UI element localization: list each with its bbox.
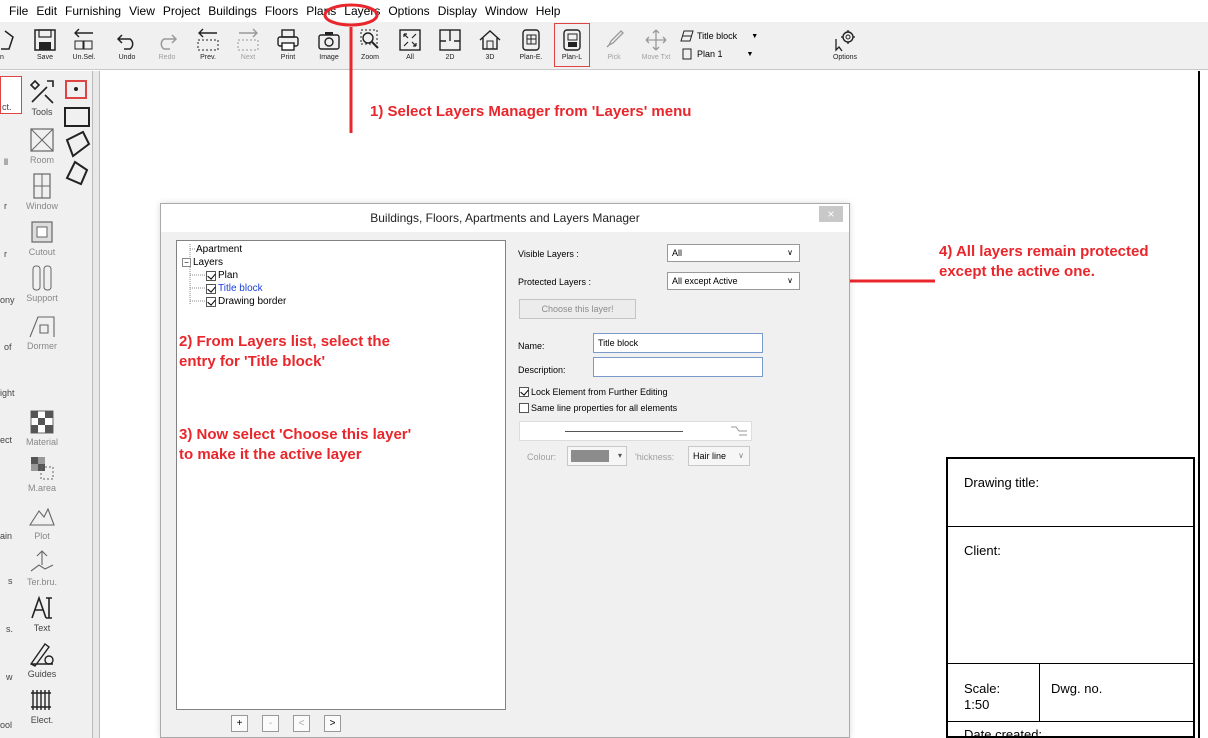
drawing-title-block[interactable]: Drawing title: Client: Scale: 1:50 Dwg. … — [946, 457, 1195, 738]
description-label: Description: — [518, 365, 566, 375]
move-right-button[interactable]: > — [324, 715, 341, 732]
protected-layers-label: Protected Layers : — [518, 277, 592, 287]
plan-layer-label: Plan — [218, 270, 239, 281]
collapse-icon[interactable]: − — [182, 258, 191, 267]
apartment-label: Apartment — [196, 244, 243, 255]
move-left-button[interactable]: < — [293, 715, 310, 732]
title-block-divider — [948, 526, 1193, 527]
tree-item-layers[interactable]: − Layers — [182, 257, 223, 268]
description-input[interactable] — [593, 357, 763, 377]
visible-layers-label: Visible Layers : — [518, 249, 579, 259]
title-block-divider — [1039, 663, 1040, 721]
tree-item-title-block[interactable]: Title block — [206, 283, 263, 294]
drawing-border-layer-label: Drawing border — [218, 296, 287, 307]
title-block-divider — [948, 721, 1193, 722]
scale-label: Scale: — [964, 681, 1001, 696]
lock-element-checkbox[interactable] — [519, 387, 529, 397]
title-block-layer-label: Title block — [218, 283, 263, 294]
thickness-value: Hair line — [693, 451, 727, 461]
chevron-down-icon: ∨ — [787, 276, 793, 285]
tree-nav-buttons: + - < > — [231, 715, 341, 732]
client-label: Client: — [964, 543, 1001, 558]
app-window: { "menu": ["File", "Edit", "Furnishing",… — [0, 0, 1208, 738]
same-line-row[interactable]: Same line properties for all elements — [519, 403, 677, 413]
chevron-down-icon: ∨ — [738, 451, 744, 460]
lock-element-label: Lock Element from Further Editing — [531, 387, 668, 397]
tree-item-plan[interactable]: Plan — [206, 270, 238, 281]
line-sample — [565, 431, 683, 432]
annotation-step2-line1: 2) From Layers list, select the — [179, 333, 390, 350]
colour-label: Colour: — [527, 452, 557, 462]
title-block-layer-checkbox[interactable] — [206, 283, 216, 294]
drawing-border-layer-checkbox[interactable] — [206, 296, 216, 307]
same-line-label: Same line properties for all elements — [531, 403, 678, 413]
name-input[interactable]: Title block — [593, 333, 763, 353]
same-line-checkbox[interactable] — [519, 403, 529, 413]
scale-value: 1:50 — [964, 697, 990, 712]
thickness-label: 'hickness: — [635, 452, 675, 462]
visible-layers-value: All — [672, 248, 683, 258]
line-style-preview[interactable] — [519, 421, 752, 441]
chevron-down-icon: ▾ — [617, 451, 622, 460]
dialog-close-button[interactable]: × — [819, 206, 843, 222]
protected-layers-select[interactable]: All except Active ∨ — [667, 272, 800, 290]
drawing-title-label: Drawing title: — [964, 475, 1040, 490]
title-block-divider — [948, 663, 1193, 664]
dwg-no-label: Dwg. no. — [1051, 681, 1103, 696]
plan-layer-checkbox[interactable] — [206, 270, 216, 281]
line-style-icon — [731, 426, 747, 436]
layers-manager-dialog: Buildings, Floors, Apartments and Layers… — [160, 203, 850, 738]
remove-button[interactable]: - — [262, 715, 279, 732]
layers-menu-highlight — [323, 3, 379, 27]
close-icon: × — [827, 207, 835, 221]
protected-layers-value: All except Active — [672, 276, 738, 286]
thickness-select[interactable]: Hair line ∨ — [688, 446, 750, 466]
annotation-step3-line2: to make it the active layer — [179, 446, 362, 463]
tree-item-apartment[interactable]: Apartment — [196, 244, 242, 255]
annotation-step2-line2: entry for 'Title block' — [179, 353, 326, 370]
layers-tree[interactable]: Apartment − Layers Plan Title block Draw… — [176, 240, 506, 710]
lock-element-row[interactable]: Lock Element from Further Editing — [519, 387, 668, 397]
chevron-down-icon: ∨ — [787, 248, 793, 257]
tree-item-drawing-border[interactable]: Drawing border — [206, 296, 286, 307]
layers-node-label: Layers — [193, 257, 224, 268]
dialog-title: Buildings, Floors, Apartments and Layers… — [161, 204, 849, 232]
colour-picker[interactable]: ▾ — [567, 446, 627, 466]
choose-this-layer-button[interactable]: Choose this layer! — [519, 299, 636, 319]
annotation-step4-line2: except the active one. — [939, 263, 1095, 280]
colour-swatch — [571, 450, 609, 462]
date-created-label: Date created: — [964, 727, 1043, 738]
visible-layers-select[interactable]: All ∨ — [667, 244, 800, 262]
annotation-step4-line1: 4) All layers remain protected — [939, 243, 1149, 260]
add-button[interactable]: + — [231, 715, 248, 732]
annotation-step1: 1) Select Layers Manager from 'Layers' m… — [370, 103, 692, 120]
name-label: Name: — [518, 341, 545, 351]
annotation-step3-line1: 3) Now select 'Choose this layer' — [179, 426, 412, 443]
